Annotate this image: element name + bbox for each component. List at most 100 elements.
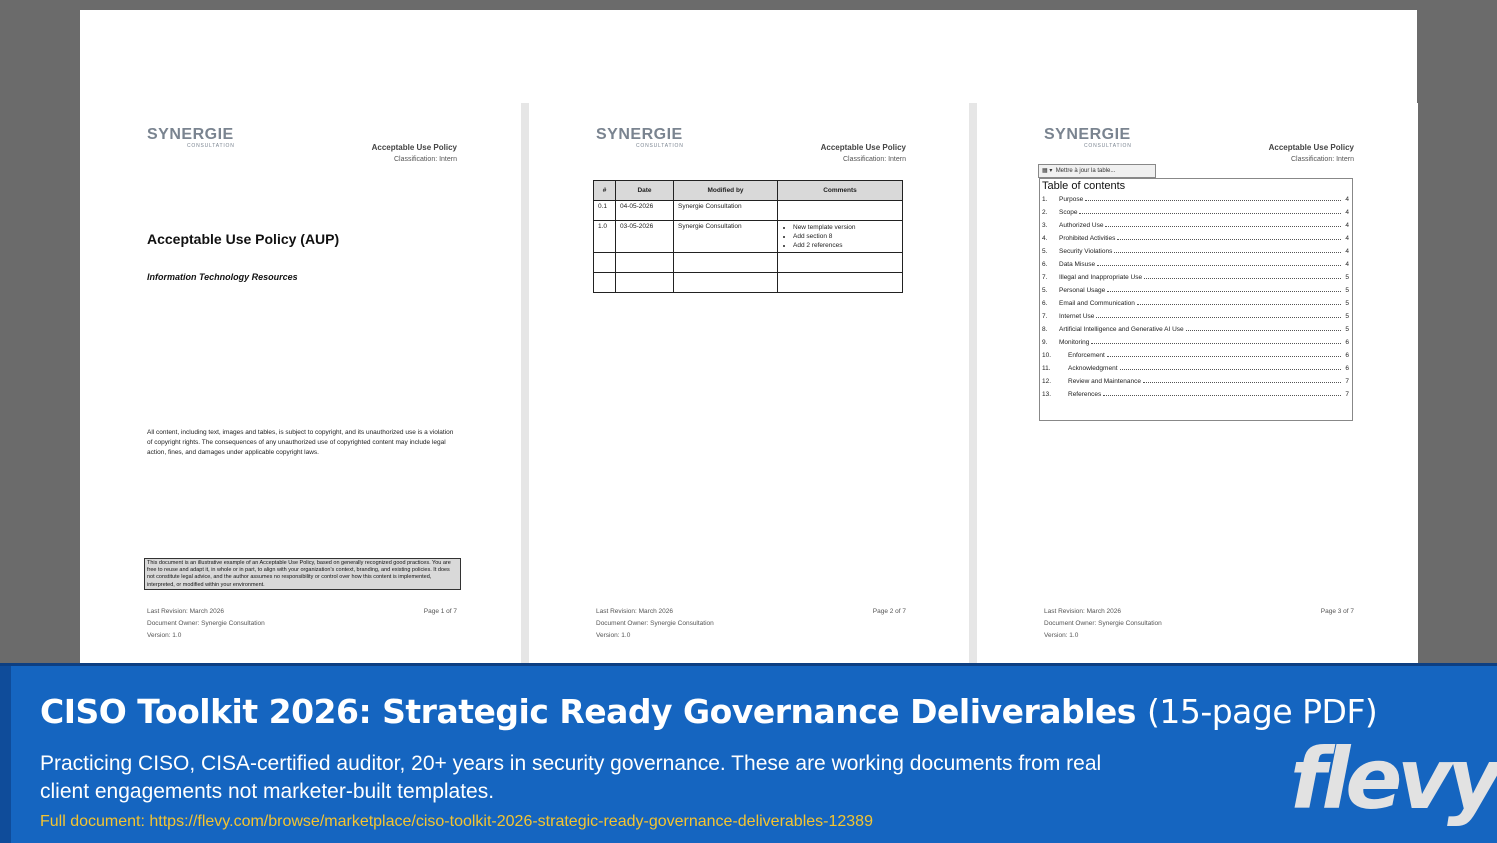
toc-leader-dots	[1144, 278, 1341, 279]
toc-entry-title: Personal Usage	[1059, 287, 1106, 294]
footer-version: Version: 1.0	[1044, 632, 1079, 639]
flevy-logo: flevy	[1290, 730, 1497, 828]
toc-entry-page: 4	[1345, 196, 1349, 203]
toc-leader-dots	[1117, 239, 1341, 240]
toc-entry-title: Authorized Use	[1059, 222, 1104, 229]
toc-entry[interactable]: 6. Email and Communication 5	[1040, 297, 1352, 310]
toc-entry-number: 4.	[1042, 235, 1048, 242]
toc-entry[interactable]: 5. Personal Usage 5	[1040, 284, 1352, 297]
banner-title-suffix: (15-page PDF)	[1146, 692, 1378, 731]
toc-leader-dots	[1143, 382, 1341, 383]
toc-entry-page: 6	[1345, 365, 1349, 372]
table-row-empty	[593, 272, 903, 293]
toc-entry[interactable]: 12. Review and Maintenance 7	[1040, 375, 1352, 388]
table-of-contents: ▦ ▾ Mettre à jour la table... Table of c…	[1038, 164, 1353, 421]
header-classification: Classification: Intern	[842, 156, 906, 163]
toc-entry[interactable]: 1. Purpose 4	[1040, 193, 1352, 206]
cell-date: 04-05-2026	[615, 200, 674, 221]
toc-leader-dots	[1097, 265, 1341, 266]
toc-entry-page: 6	[1345, 352, 1349, 359]
toc-entry-page: 5	[1345, 300, 1349, 307]
toc-leader-dots	[1096, 317, 1341, 318]
document-link[interactable]: Full document: https://flevy.com/browse/…	[40, 813, 873, 831]
toc-doc-icon: ▦ ▾	[1042, 168, 1056, 174]
toc-entry[interactable]: 5. Security Violations 4	[1040, 245, 1352, 258]
toc-entry-title: Enforcement	[1068, 352, 1105, 359]
toc-entry[interactable]: 10. Enforcement 6	[1040, 349, 1352, 362]
table-header-row: # Date Modified by Comments	[593, 180, 903, 201]
toc-entry-number: 8.	[1042, 326, 1048, 333]
toc-entry-title: Illegal and Inappropriate Use	[1059, 274, 1143, 281]
cell-num: 0.1	[593, 200, 616, 221]
cell-modified-by: Synergie Consultation	[673, 220, 778, 253]
col-header-modified-by: Modified by	[673, 180, 778, 201]
toc-entry-number: 2.	[1042, 209, 1048, 216]
footer-page-number: Page 2 of 7	[872, 608, 906, 615]
banner-title: CISO Toolkit 2026: Strategic Ready Gover…	[40, 692, 1378, 731]
toc-entry-title: Scope	[1059, 209, 1078, 216]
logo-wordmark: SYNERGIE	[147, 126, 234, 143]
footer-page-number: Page 3 of 7	[1320, 608, 1354, 615]
toc-leader-dots	[1119, 369, 1341, 370]
table-row: 1.0 03-05-2026 Synergie Consultation New…	[593, 220, 903, 253]
footer-revision: Last Revision: March 2026	[1044, 608, 1121, 615]
toc-entry-number: 5.	[1042, 287, 1048, 294]
toc-entry[interactable]: 7. Internet Use 5	[1040, 310, 1352, 323]
toc-entry-page: 7	[1345, 391, 1349, 398]
page-2: SYNERGIE CONSULTATION Acceptable Use Pol…	[529, 103, 970, 663]
page-separator	[521, 103, 529, 663]
logo-tagline: CONSULTATION	[636, 143, 684, 149]
toc-entry[interactable]: 13. References 7	[1040, 388, 1352, 401]
toc-title: Table of contents	[1042, 180, 1126, 192]
toc-entry[interactable]: 3. Authorized Use 4	[1040, 219, 1352, 232]
banner-description: Practicing CISO, CISA-certified auditor,…	[40, 752, 1102, 803]
footer-revision: Last Revision: March 2026	[596, 608, 673, 615]
company-logo: SYNERGIE CONSULTATION	[1044, 126, 1132, 150]
toc-entry[interactable]: 11. Acknowledgment 6	[1040, 362, 1352, 375]
revision-table: # Date Modified by Comments 0.1 04-05-20…	[593, 180, 903, 293]
col-header-date: Date	[615, 180, 674, 201]
toc-leader-dots	[1106, 356, 1341, 357]
toc-entry[interactable]: 8. Artificial Intelligence and Generative…	[1040, 323, 1352, 336]
toc-entry-number: 12.	[1042, 378, 1052, 385]
company-logo: SYNERGIE CONSULTATION	[147, 126, 235, 150]
toc-entry-page: 5	[1345, 326, 1349, 333]
update-table-button[interactable]: ▦ ▾ Mettre à jour la table...	[1038, 164, 1156, 178]
cell-comments	[777, 200, 903, 221]
table-row-empty	[593, 252, 903, 273]
toc-entry[interactable]: 7. Illegal and Inappropriate Use 5	[1040, 271, 1352, 284]
header-classification: Classification: Intern	[393, 156, 457, 163]
toc-entry-number: 10.	[1042, 352, 1052, 359]
logo-wordmark: SYNERGIE	[1044, 126, 1131, 143]
toc-leader-dots	[1114, 252, 1341, 253]
col-header-comments: Comments	[777, 180, 903, 201]
toc-leader-dots	[1085, 200, 1341, 201]
footer-page-number: Page 1 of 7	[423, 608, 457, 615]
footer-version: Version: 1.0	[596, 632, 631, 639]
toc-entry-page: 5	[1345, 287, 1349, 294]
cell-comments: New template version Add section 8 Add 2…	[777, 220, 903, 253]
toc-entry-number: 5.	[1042, 248, 1048, 255]
toc-entry-title: Security Violations	[1059, 248, 1113, 255]
toc-leader-dots	[1103, 395, 1341, 396]
toc-entry[interactable]: 4. Prohibited Activities 4	[1040, 232, 1352, 245]
toc-entry[interactable]: 6. Data Misuse 4	[1040, 258, 1352, 271]
toc-leader-dots	[1079, 213, 1341, 214]
toc-entry-number: 1.	[1042, 196, 1048, 203]
footer-owner: Document Owner: Synergie Consultation	[1044, 620, 1162, 627]
copyright-notice: All content, including text, images and …	[147, 429, 454, 456]
logo-tagline: CONSULTATION	[187, 143, 235, 149]
cell-modified-by: Synergie Consultation	[673, 200, 778, 221]
header-doc-title: Acceptable Use Policy	[820, 143, 906, 152]
toc-entry-title: Review and Maintenance	[1068, 378, 1141, 385]
toc-entry-title: Monitoring	[1059, 339, 1090, 346]
toc-entry-page: 4	[1345, 261, 1349, 268]
toc-leader-dots	[1107, 291, 1341, 292]
toc-entry[interactable]: 9. Monitoring 6	[1040, 336, 1352, 349]
toc-entry-page: 6	[1345, 339, 1349, 346]
toc-entry-number: 6.	[1042, 261, 1048, 268]
toc-entry-number: 7.	[1042, 274, 1048, 281]
toc-entry-number: 11.	[1042, 365, 1051, 372]
toc-entry-number: 6.	[1042, 300, 1048, 307]
toc-entry[interactable]: 2. Scope 4	[1040, 206, 1352, 219]
